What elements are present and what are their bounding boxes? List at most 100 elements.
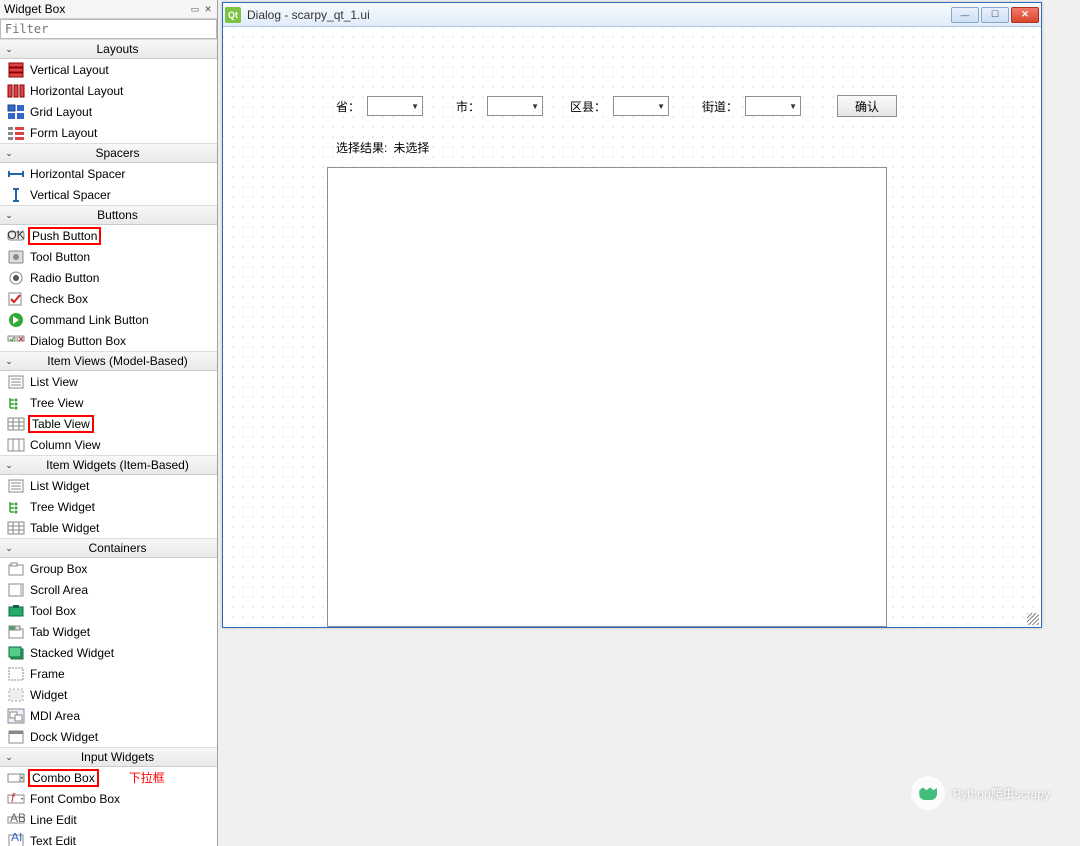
chevron-down-icon: ▼ — [531, 102, 539, 111]
chevron-down-icon: ⌄ — [0, 752, 18, 763]
widget-item-push-button[interactable]: OKPush Button — [0, 225, 217, 246]
widget-item-table[interactable]: Table Widget — [0, 517, 217, 538]
widget-item-spacer-v[interactable]: Vertical Spacer — [0, 184, 217, 205]
highlight-box: Push Button — [28, 227, 101, 245]
widget-item-cmd-link[interactable]: Command Link Button — [0, 309, 217, 330]
text-edit-icon: AI — [6, 833, 26, 846]
widget-item-list[interactable]: List Widget — [0, 475, 217, 496]
widget-item-dlg-btn[interactable]: Dialog Button Box — [0, 330, 217, 351]
qt-logo-icon: Qt — [225, 7, 241, 23]
resize-grip-icon[interactable] — [1027, 613, 1039, 625]
widget-label: Grid Layout — [30, 105, 92, 119]
widget-label: Vertical Layout — [30, 63, 109, 77]
category-header[interactable]: ⌄Buttons — [0, 205, 217, 225]
widget-box-panel: Widget Box ▭ ✕ ⌄Layouts Vertical Layout Ho… — [0, 0, 218, 846]
label-result: 选择结果: — [335, 139, 388, 156]
combo-city[interactable]: ▼ — [487, 96, 543, 116]
maximize-button[interactable]: ☐ — [981, 7, 1009, 23]
widget-item-toolbox[interactable]: Tool Box — [0, 600, 217, 621]
widget-box-title: Widget Box ▭ ✕ — [0, 0, 217, 19]
widget-label: Tool Button — [30, 250, 90, 264]
widget-label: Horizontal Layout — [30, 84, 123, 98]
combo-district[interactable]: ▼ — [613, 96, 669, 116]
widget-item-layout-form[interactable]: Form Layout — [0, 122, 217, 143]
category-header[interactable]: ⌄Input Widgets — [0, 747, 217, 767]
widget-item-widget[interactable]: Widget — [0, 684, 217, 705]
category-header[interactable]: ⌄Item Views (Model-Based) — [0, 351, 217, 371]
widget-item-column[interactable]: Column View — [0, 434, 217, 455]
category-label: Item Widgets (Item-Based) — [18, 458, 217, 472]
check-icon — [6, 291, 26, 307]
widget-item-layout-v[interactable]: Vertical Layout — [0, 59, 217, 80]
close-panel-icon[interactable]: ✕ — [203, 4, 213, 14]
widget-item-text-edit[interactable]: AI Text Edit — [0, 830, 217, 846]
widget-label: Text Edit — [30, 834, 76, 846]
widget-label: Dialog Button Box — [30, 334, 126, 348]
widget-item-check[interactable]: Check Box — [0, 288, 217, 309]
widget-label: Vertical Spacer — [30, 188, 111, 202]
widget-item-dock[interactable]: Dock Widget — [0, 726, 217, 747]
layout-h-icon — [6, 83, 26, 99]
widget-item-scroll[interactable]: Scroll Area — [0, 579, 217, 600]
category-header[interactable]: ⌄Item Widgets (Item-Based) — [0, 455, 217, 475]
minimize-button[interactable]: — — [951, 7, 979, 23]
chevron-down-icon: ▼ — [657, 102, 665, 111]
category-header[interactable]: ⌄Layouts — [0, 39, 217, 59]
widget-item-mdi[interactable]: MDI Area — [0, 705, 217, 726]
combo-province[interactable]: ▼ — [367, 96, 423, 116]
label-city: 市： — [455, 98, 481, 115]
widget-label: List View — [30, 375, 78, 389]
svg-text:ABI: ABI — [10, 812, 25, 825]
widget-item-line-edit[interactable]: ABILine Edit — [0, 809, 217, 830]
mdi-icon — [6, 708, 26, 724]
push-button-icon: OK — [6, 228, 26, 244]
dialog-window: Qt Dialog - scarpy_qt_1.ui — ☐ ✕ 省： ▼ 市： — [222, 2, 1042, 628]
widget-item-stack[interactable]: Stacked Widget — [0, 642, 217, 663]
table-view[interactable] — [327, 167, 887, 627]
panel-title-text: Widget Box — [4, 2, 65, 16]
close-button[interactable]: ✕ — [1011, 7, 1039, 23]
widget-item-layout-grid[interactable]: Grid Layout — [0, 101, 217, 122]
widget-label: Stacked Widget — [30, 646, 114, 660]
highlight-box: Combo Box — [28, 769, 99, 787]
widget-item-frame[interactable]: Frame — [0, 663, 217, 684]
stack-icon — [6, 645, 26, 661]
category-label: Input Widgets — [18, 750, 217, 764]
confirm-button[interactable]: 确认 — [837, 95, 897, 117]
widget-item-layout-h[interactable]: Horizontal Layout — [0, 80, 217, 101]
radio-icon — [6, 270, 26, 286]
widget-item-tool-button[interactable]: Tool Button — [0, 246, 217, 267]
widget-item-tree[interactable]: Tree View — [0, 392, 217, 413]
chevron-down-icon: ⌄ — [0, 460, 18, 471]
filter-input[interactable] — [0, 19, 217, 39]
category-header[interactable]: ⌄Spacers — [0, 143, 217, 163]
chevron-down-icon: ▼ — [411, 102, 419, 111]
category-label: Containers — [18, 541, 217, 555]
widget-item-tree[interactable]: Tree Widget — [0, 496, 217, 517]
chevron-down-icon: ⌄ — [0, 148, 18, 159]
widget-item-radio[interactable]: Radio Button — [0, 267, 217, 288]
titlebar[interactable]: Qt Dialog - scarpy_qt_1.ui — ☐ ✕ — [223, 3, 1041, 27]
layout-grid-icon — [6, 104, 26, 120]
category-label: Item Views (Model-Based) — [18, 354, 217, 368]
undock-icon[interactable]: ▭ — [190, 4, 200, 14]
widget-item-font-combo[interactable]: fFont Combo Box — [0, 788, 217, 809]
widget-item-table[interactable]: Table View — [0, 413, 217, 434]
watermark-text: Python爬虫scrapy — [953, 785, 1050, 802]
widget-item-tab[interactable]: Tab Widget — [0, 621, 217, 642]
widget-label: Widget — [30, 688, 67, 702]
spacer-v-icon — [6, 187, 26, 203]
category-label: Spacers — [18, 146, 217, 160]
category-header[interactable]: ⌄Containers — [0, 538, 217, 558]
table-icon — [6, 520, 26, 536]
window-title: Dialog - scarpy_qt_1.ui — [247, 8, 951, 22]
label-street: 街道： — [701, 98, 739, 115]
combo-street[interactable]: ▼ — [745, 96, 801, 116]
chevron-down-icon: ⌄ — [0, 543, 18, 554]
widget-item-group[interactable]: Group Box — [0, 558, 217, 579]
widget-item-combo[interactable]: Combo Box下拉框 — [0, 767, 217, 788]
widget-item-list[interactable]: List View — [0, 371, 217, 392]
widget-item-spacer-h[interactable]: Horizontal Spacer — [0, 163, 217, 184]
widget-label: Command Link Button — [30, 313, 149, 327]
table-icon — [6, 416, 26, 432]
